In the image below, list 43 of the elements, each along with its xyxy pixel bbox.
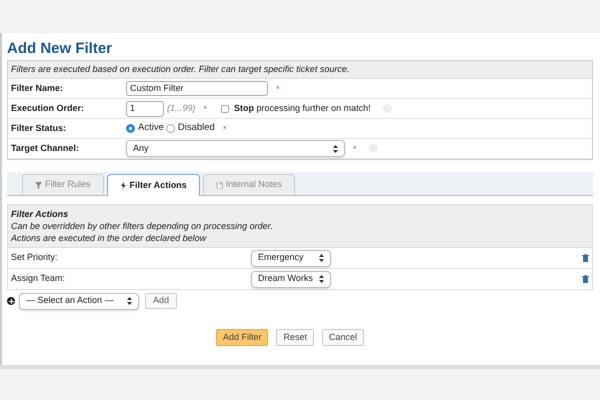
checkbox[interactable] <box>221 104 230 112</box>
description-text: Can be overridden by other filters depending on processing order. <box>11 220 274 232</box>
bolt-icon <box>120 182 127 189</box>
required-mark: * <box>276 83 280 96</box>
required-mark: * <box>353 143 357 156</box>
add-icon <box>7 297 15 305</box>
description-text: Actions are executed in the order declared below <box>11 232 208 244</box>
updown-arrows-icon <box>127 297 132 305</box>
add-button[interactable]: Add <box>145 293 178 309</box>
action-select[interactable]: — Select an Action — <box>19 292 139 310</box>
action-label: Set Priority: <box>11 251 59 264</box>
updown-arrows-icon <box>319 275 324 283</box>
checkbox-label: Stop processing further on match! <box>234 102 371 115</box>
field-label: Target Channel: <box>10 142 80 155</box>
range-hint: (1...99) <box>167 102 196 115</box>
section-title: Filter Actions <box>11 208 70 220</box>
form-button[interactable]: Cancel <box>322 329 364 346</box>
radio-label: Disabled <box>178 121 215 136</box>
field-label: Filter Name: <box>10 82 64 95</box>
action-select[interactable]: Dream Works <box>251 270 331 288</box>
updown-arrows-icon <box>333 144 338 152</box>
action-select[interactable]: Emergency <box>251 250 331 266</box>
field-label: Execution Order: <box>10 102 86 115</box>
form-button[interactable]: Add Filter <box>216 329 268 346</box>
trash-icon[interactable] <box>582 275 589 283</box>
field-label: Filter Status: <box>10 122 68 135</box>
radio-button[interactable] <box>166 124 175 133</box>
filter-icon <box>35 182 42 188</box>
trash-icon[interactable] <box>582 254 589 262</box>
required-mark: * <box>222 123 226 136</box>
text-field[interactable]: Custom Filter <box>126 81 268 96</box>
required-mark: * <box>204 103 208 116</box>
document-icon <box>216 182 223 188</box>
action-label: Assign Team: <box>11 272 66 286</box>
page-title: Add New Filter <box>7 39 114 59</box>
radio-button[interactable] <box>126 124 135 133</box>
number-field[interactable]: 1 <box>126 100 164 116</box>
updown-arrows-icon <box>319 254 324 262</box>
tab[interactable]: Filter Actions <box>106 174 200 196</box>
info-text: Filters are executed based on execution order. Filter can target specific ticket source. <box>8 61 592 79</box>
form-button[interactable]: Reset <box>276 329 314 346</box>
radio-label: Active <box>138 121 164 136</box>
channel-select[interactable]: Any <box>126 140 345 157</box>
